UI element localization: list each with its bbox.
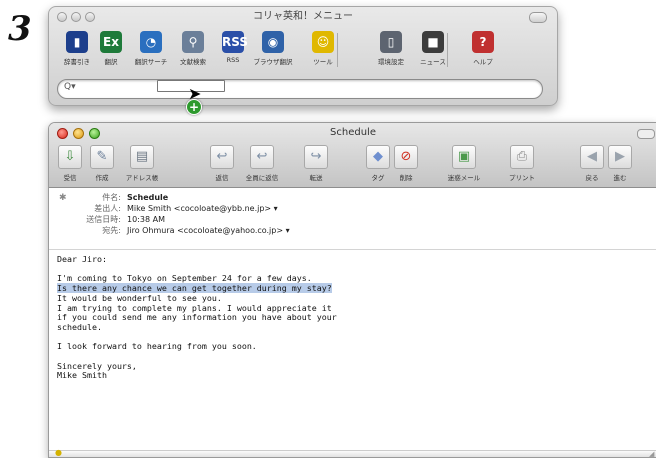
menu-tool-phone-settings[interactable]: ▯ 環境設定 bbox=[369, 29, 413, 66]
browser-translate-icon: ◉ bbox=[262, 31, 284, 53]
dictionary-icon: ▮ bbox=[66, 31, 88, 53]
address-book-icon: ▤ bbox=[130, 145, 154, 169]
mail-toolbar-forward-button[interactable]: ↪ 転送 bbox=[293, 145, 339, 182]
menu-tool-rss[interactable]: RSS RSS bbox=[211, 29, 255, 64]
toolbar-separator bbox=[337, 33, 338, 67]
menu-tool-help[interactable]: ? ヘルプ bbox=[461, 29, 505, 66]
search-icon: Q▾ bbox=[64, 82, 76, 92]
phone-settings-icon: ▯ bbox=[380, 31, 402, 53]
body-signature: Mike Smith bbox=[57, 370, 107, 381]
header-subject: 件名: Schedule bbox=[102, 193, 169, 202]
reply-icon: ↩ bbox=[210, 145, 234, 169]
search-input[interactable]: Q▾ bbox=[57, 79, 543, 99]
message-body[interactable]: Dear Jiro: I'm coming to Tokyo on Septem… bbox=[57, 254, 649, 381]
news-camera-icon: ■ bbox=[422, 31, 444, 53]
body-line: I look forward to hearing from you soon. bbox=[57, 341, 257, 352]
menu-tool-browser-translate[interactable]: ◉ ブラウザ翻訳 bbox=[251, 29, 295, 66]
mail-toolbar-forward-arrow-button[interactable]: ▶ 進む bbox=[597, 145, 643, 182]
mail-toolbar-print-button[interactable]: ⎙ プリント bbox=[499, 145, 545, 182]
sender-address-link[interactable]: Mike Smith <cocoloate@ybb.ne.jp> ▾ bbox=[127, 204, 278, 213]
mail-toolbar-delete-button[interactable]: ⊘ 削除 bbox=[383, 145, 429, 182]
drag-copy-plus-icon: + bbox=[186, 99, 202, 115]
mail-toolbar-junk-mail-button[interactable]: ▣ 迷惑メール bbox=[441, 145, 487, 182]
forward-arrow-icon: ▶ bbox=[608, 145, 632, 169]
menu-toolbar: ▮ 辞書引き Ex 翻訳 ◔ 翻訳サーチ ⚲ 文献検索 RSS RSS ◉ ブラウザ翻訳 ☺ ツール ▯ 環境… bbox=[55, 29, 551, 71]
mail-toolbar-reply-all-button[interactable]: ↩ 全員に返信 bbox=[239, 145, 285, 182]
reply-all-icon: ↩ bbox=[250, 145, 274, 169]
help-icon: ? bbox=[472, 31, 494, 53]
body-line: if you could send me any information you… bbox=[57, 312, 337, 323]
mail-toolbar-address-book-button[interactable]: ▤ アドレス帳 bbox=[119, 145, 165, 182]
mail-window-title: Schedule bbox=[330, 127, 376, 138]
forward-icon: ↪ bbox=[304, 145, 328, 169]
step-number: 3 bbox=[8, 9, 32, 49]
menu-tool-magnifier[interactable]: ⚲ 文献検索 bbox=[171, 29, 215, 66]
menu-window-title: コリャ英和！メニュー bbox=[253, 11, 353, 22]
header-to: 宛先: Jiro Ohmura <cocoloate@yahoo.co.jp> ▾ bbox=[102, 226, 290, 235]
menu-tool-excel-translate[interactable]: Ex 翻訳 bbox=[89, 29, 133, 66]
globe-search-icon: ◔ bbox=[140, 31, 162, 53]
excel-translate-icon: Ex bbox=[100, 31, 122, 53]
kotoba-menu-window: コリャ英和！メニュー ▮ 辞書引き Ex 翻訳 ◔ 翻訳サーチ ⚲ 文献検索 RSS RSS ◉ ブラ… bbox=[48, 6, 558, 106]
header-date: 送信日時: 10:38 AM bbox=[86, 215, 165, 224]
recipient-address-link[interactable]: Jiro Ohmura <cocoloate@yahoo.co.jp> ▾ bbox=[127, 226, 290, 235]
message-headers: ✱ 件名: Schedule 差出人: Mike Smith <cocoloate@… bbox=[49, 188, 656, 248]
toolbar-toggle-button[interactable] bbox=[637, 129, 655, 139]
resize-grip-icon[interactable]: ◢ bbox=[649, 451, 655, 458]
menu-tool-news-camera[interactable]: ■ ニュース bbox=[411, 29, 455, 66]
rss-icon: RSS bbox=[222, 31, 248, 53]
toolbar-separator bbox=[447, 33, 448, 67]
menu-tool-globe-search[interactable]: ◔ 翻訳サーチ bbox=[129, 29, 173, 66]
body-greeting: Dear Jiro: bbox=[57, 254, 107, 264]
mail-toolbar-area: Schedule ⇩ 受信 ✎ 作成 ▤ アドレス帳 ↩ 返信 ↩ 全員に返信 ↪ 転送 ◆ タグ ⊘ 削除 ▣… bbox=[49, 123, 656, 188]
delete-icon: ⊘ bbox=[394, 145, 418, 169]
smiley-tool-icon: ☺ bbox=[312, 31, 334, 53]
header-divider bbox=[49, 249, 656, 250]
magnifier-icon: ⚲ bbox=[182, 31, 204, 53]
mail-message-window: Schedule ⇩ 受信 ✎ 作成 ▤ アドレス帳 ↩ 返信 ↩ 全員に返信 ↪ 転送 ◆ タグ ⊘ 削除 ▣… bbox=[48, 122, 656, 458]
print-icon: ⎙ bbox=[510, 145, 534, 169]
menu-tool-smiley-tool[interactable]: ☺ ツール bbox=[301, 29, 345, 66]
body-closing: Sincerely yours, bbox=[57, 360, 137, 371]
compose-icon: ✎ bbox=[90, 145, 114, 169]
header-from: 差出人: Mike Smith <cocoloate@ybb.ne.jp> ▾ bbox=[94, 204, 278, 213]
body-line: schedule. bbox=[57, 321, 102, 332]
toolbar-toggle-button[interactable] bbox=[529, 12, 547, 23]
junk-mail-icon: ▣ bbox=[452, 145, 476, 169]
